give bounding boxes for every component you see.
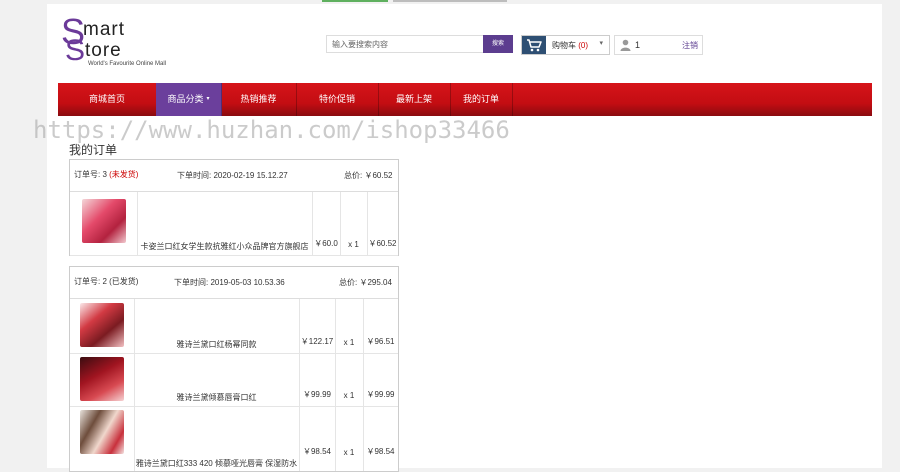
order-total: 总价: ￥295.04 (339, 278, 392, 287)
chevron-down-icon: ▾ (599, 40, 603, 47)
product-name[interactable]: 雅诗兰黛倾慕唇膏口红 (134, 392, 299, 403)
order-status: (未发货) (109, 170, 139, 179)
product-price-cell: ￥122.17 (299, 299, 336, 353)
product-image[interactable] (80, 410, 124, 454)
order-status: (已发货) (109, 277, 139, 286)
product-image-cell (70, 354, 135, 406)
nav-item-categories[interactable]: 商品分类 ▾ (156, 83, 222, 116)
user-icon (620, 39, 631, 53)
main-nav: 商城首页 商品分类 ▾ 热销推荐 特价促销 最新上架 我的订单 (58, 83, 872, 116)
order-header: 订单号: 2 (已发货) 下单时间: 2019-05-03 10.53.36 总… (70, 267, 398, 299)
search-input[interactable] (327, 36, 482, 52)
table-row: 雅诗兰黛口红杨幂同款 ￥122.17 x 1 ￥96.51 (70, 299, 398, 354)
product-name[interactable]: 雅诗兰黛口红杨幂同款 (134, 339, 299, 350)
product-qty: x 1 (348, 240, 359, 249)
order-total: 总价: ￥60.52 (344, 171, 393, 180)
order-number: 订单号: 2 (已发货) (74, 277, 139, 286)
order-header: 订单号: 3 (未发货) 下单时间: 2020-02-19 15.12.27 总… (70, 160, 398, 192)
product-price: ￥60.0 (314, 239, 338, 248)
product-subtotal: ￥99.99 (366, 390, 395, 399)
cart-count: (0) (578, 41, 589, 50)
logo-letter-s2: S (65, 34, 86, 67)
table-row: 卡姿兰口红女学生款抗雅红小众品牌官方旗舰店 ￥60.0 x 1 ￥60.52 (70, 192, 398, 256)
store-logo[interactable]: S mart S tore World's Favourite Online M… (61, 14, 181, 74)
cart-button[interactable]: 购物车 (0) ▾ (521, 35, 610, 55)
product-subtotal: ￥96.51 (366, 337, 395, 346)
nav-item-sale[interactable]: 特价促销 (296, 83, 379, 116)
product-price: ￥98.54 (302, 447, 332, 456)
cart-label: 购物车 (0) (552, 41, 589, 50)
product-price-cell: ￥99.99 (299, 354, 336, 406)
product-qty-cell: x 1 (340, 192, 368, 255)
logo-word-mart: mart (83, 19, 125, 40)
product-name-cell: 卡姿兰口红女学生款抗雅红小众品牌官方旗舰店 (137, 192, 313, 255)
page-container: S mart S tore World's Favourite Online M… (47, 4, 882, 472)
product-name[interactable]: 雅诗兰黛口红333 420 倾慕哑光唇膏 保湿防水 (134, 458, 299, 469)
search-button[interactable]: 搜索 (483, 35, 513, 53)
order-card: 订单号: 3 (未发货) 下单时间: 2020-02-19 15.12.27 总… (69, 159, 399, 256)
nav-item-hot[interactable]: 热销推荐 (221, 83, 297, 116)
order-number: 订单号: 3 (未发货) (74, 170, 139, 179)
product-qty: x 1 (343, 391, 355, 400)
product-qty-cell: x 1 (335, 299, 364, 353)
product-image-cell (70, 407, 135, 471)
user-panel: 1 注销 (614, 35, 703, 55)
product-qty-cell: x 1 (335, 407, 364, 471)
product-price-cell: ￥60.0 (312, 192, 341, 255)
product-image[interactable] (80, 357, 124, 401)
product-image-cell (70, 299, 135, 353)
product-image[interactable] (82, 199, 126, 243)
product-name-cell: 雅诗兰黛口红杨幂同款 (134, 299, 300, 353)
product-image-cell (70, 192, 138, 255)
nav-item-new[interactable]: 最新上架 (378, 83, 451, 116)
table-row: 雅诗兰黛倾慕唇膏口红 ￥99.99 x 1 ￥99.99 (70, 354, 398, 407)
product-subtotal: ￥98.54 (366, 447, 395, 456)
product-subtotal: ￥60.52 (368, 239, 397, 248)
logo-tagline: World's Favourite Online Mall (88, 61, 167, 67)
product-name[interactable]: 卡姿兰口红女学生款抗雅红小众品牌官方旗舰店 (137, 241, 312, 252)
nav-item-home[interactable]: 商城首页 (58, 83, 157, 116)
product-name-cell: 雅诗兰黛倾慕唇膏口红 (134, 354, 300, 406)
nav-item-orders[interactable]: 我的订单 (450, 83, 513, 116)
product-price-cell: ￥98.54 (299, 407, 336, 471)
product-subtotal-cell: ￥98.54 (363, 407, 398, 471)
order-time: 下单时间: 2020-02-19 15.12.27 (177, 171, 288, 180)
order-card: 订单号: 2 (已发货) 下单时间: 2019-05-03 10.53.36 总… (69, 266, 399, 472)
product-price: ￥99.99 (302, 390, 332, 399)
product-name-cell: 雅诗兰黛口红333 420 倾慕哑光唇膏 保湿防水 (134, 407, 300, 471)
watermark: https://www.huzhan.com/ishop33466 (33, 116, 510, 144)
product-subtotal-cell: ￥60.52 (367, 192, 398, 255)
browser-tab-indicator-secondary (393, 0, 507, 2)
product-subtotal-cell: ￥96.51 (363, 299, 398, 353)
product-qty-cell: x 1 (335, 354, 364, 406)
table-row: 雅诗兰黛口红333 420 倾慕哑光唇膏 保湿防水 ￥98.54 x 1 ￥98… (70, 407, 398, 471)
logo-word-tore: tore (85, 40, 122, 61)
user-count: 1 (635, 40, 641, 50)
browser-tab-indicator (322, 0, 388, 2)
product-qty: x 1 (343, 448, 355, 457)
product-price: ￥122.17 (300, 337, 334, 346)
order-time: 下单时间: 2019-05-03 10.53.36 (174, 278, 285, 287)
product-qty: x 1 (343, 338, 355, 347)
cart-icon (522, 36, 546, 54)
product-image[interactable] (80, 303, 124, 347)
product-subtotal-cell: ￥99.99 (363, 354, 398, 406)
chevron-down-icon: ▾ (206, 96, 210, 102)
logout-link[interactable]: 注销 (682, 40, 698, 51)
